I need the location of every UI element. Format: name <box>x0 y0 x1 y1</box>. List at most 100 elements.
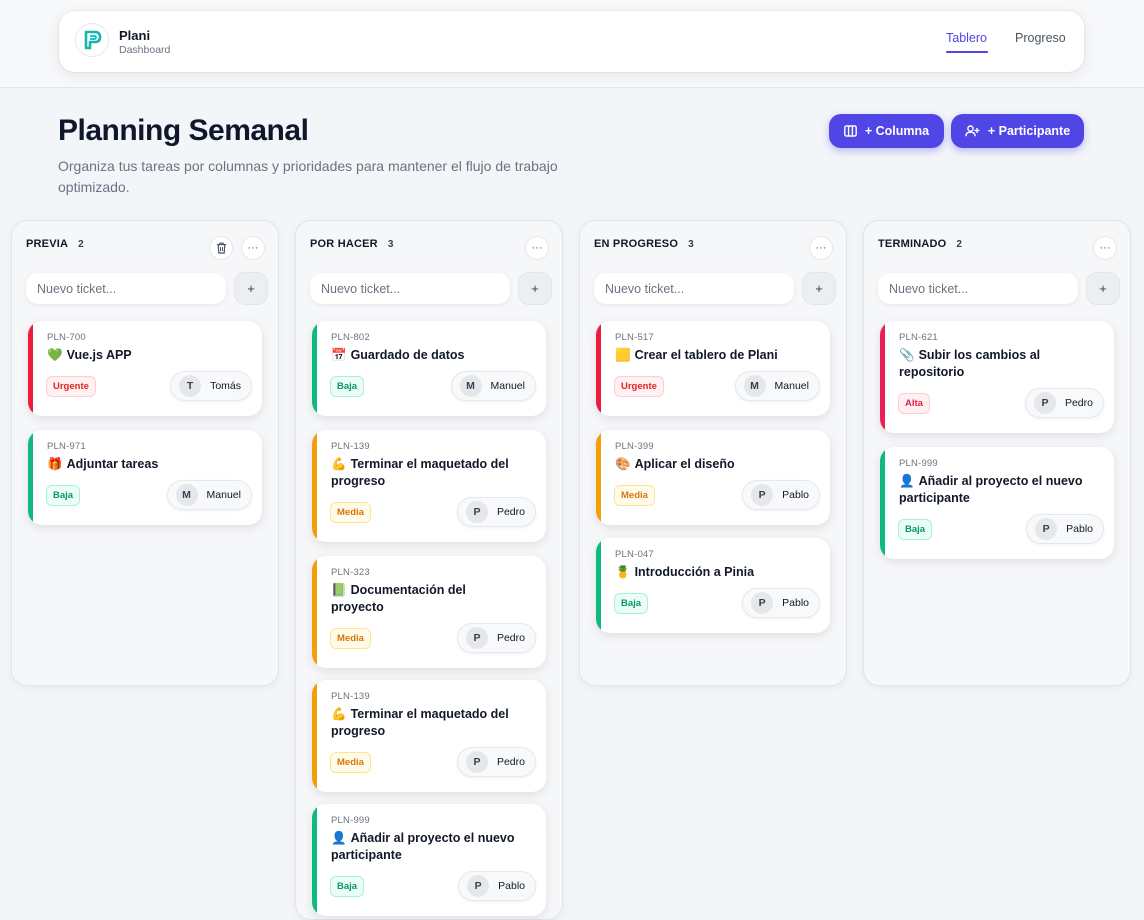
assignee-chip[interactable]: T Tomás <box>170 371 252 401</box>
avatar: P <box>465 751 488 773</box>
priority-badge: Media <box>330 502 371 523</box>
ticket-id: PLN-139 <box>331 691 370 702</box>
ticket-emoji-icon: 🍍 <box>615 565 631 579</box>
ticket-title-text: Terminar el maquetado del progreso <box>331 707 509 738</box>
assignee-name: Pablo <box>782 597 809 609</box>
ticket-card[interactable]: PLN-047 🍍 Introducción a Pinia Baja P Pablo <box>596 538 830 633</box>
ticket-title-text: Crear el tablero de Plani <box>634 348 778 362</box>
priority-stripe <box>28 321 33 416</box>
tab-progreso[interactable]: Progreso <box>1015 31 1066 45</box>
board-column: PREVIA 2 ··· + PLN-700 💚Vue.js APP Urgente T Tom… <box>11 220 279 686</box>
column-count: 3 <box>387 238 394 250</box>
column-more-button[interactable]: ··· <box>241 236 265 260</box>
priority-badge: Baja <box>330 376 365 397</box>
assignee-name: Pablo <box>782 489 809 501</box>
assignee-chip[interactable]: P Pedro <box>456 623 536 653</box>
column-count: 2 <box>956 238 962 250</box>
assignee-chip[interactable]: M Manuel <box>450 371 536 401</box>
add-ticket-button[interactable]: + <box>234 272 268 305</box>
ticket-id: PLN-999 <box>331 815 370 826</box>
priority-badge: Media <box>330 752 371 773</box>
new-ticket-input[interactable] <box>594 273 794 304</box>
ticket-card[interactable]: PLN-999 👤 Añadir al proyecto el nuevo part… <box>880 447 1114 559</box>
ticket-id: PLN-971 <box>47 441 86 452</box>
ticket-card[interactable]: PLN-139 💪 Terminar el maquetado del progre… <box>312 680 546 792</box>
priority-badge: Baja <box>330 876 365 897</box>
new-ticket-input[interactable] <box>26 273 226 304</box>
priority-badge: Alta <box>898 393 930 414</box>
ticket-id: PLN-047 <box>615 549 654 560</box>
add-participant-button[interactable]: + Participante <box>951 114 1084 148</box>
add-participant-label: + Participante <box>987 124 1071 138</box>
ticket-emoji-icon: 📎 <box>899 348 915 362</box>
ticket-card[interactable]: PLN-999 👤 Añadir al proyecto el nuevo part… <box>312 804 546 916</box>
ticket-title: 📗 Documentación del proyecto <box>331 582 521 616</box>
ticket-emoji-icon: 💪 <box>331 707 347 721</box>
column-title: PREVIA <box>26 238 69 250</box>
avatar: T <box>179 375 202 397</box>
ticket-title: 💚 Vue.js APP <box>47 347 237 364</box>
priority-badge: Baja <box>898 519 933 540</box>
avatar: P <box>751 592 774 614</box>
new-ticket-input[interactable] <box>878 273 1078 304</box>
priority-stripe <box>312 556 317 668</box>
assignee-name: Manuel <box>206 489 241 501</box>
assignee-chip[interactable]: P Pablo <box>742 480 820 510</box>
assignee-chip[interactable]: P Pedro <box>456 747 536 777</box>
ticket-id: PLN-802 <box>331 332 370 343</box>
priority-stripe <box>312 680 317 792</box>
brand-subtitle: Dashboard <box>119 44 171 56</box>
ticket-emoji-icon: 🟨 <box>615 348 631 362</box>
priority-stripe <box>312 430 317 542</box>
column-more-button[interactable]: ··· <box>525 236 549 260</box>
ticket-id: PLN-700 <box>47 332 86 343</box>
priority-badge: Media <box>330 628 371 649</box>
new-ticket-input[interactable] <box>310 273 510 304</box>
ticket-card[interactable]: PLN-139 💪 Terminar el maquetado del progre… <box>312 430 546 542</box>
ticket-card[interactable]: PLN-700 💚 Vue.js APP Urgente T Tomás <box>28 321 262 416</box>
assignee-chip[interactable]: P Pablo <box>458 871 536 901</box>
column-header: TERMINADO 2 <box>878 238 962 250</box>
avatar: P <box>465 501 488 523</box>
column-header: PREVIA 2 <box>26 238 84 250</box>
plani-logo-icon[interactable] <box>75 23 109 57</box>
column-more-button[interactable]: ··· <box>1093 236 1117 260</box>
assignee-chip[interactable]: M Manuel <box>166 480 252 510</box>
assignee-chip[interactable]: M Manuel <box>734 371 820 401</box>
ticket-card[interactable]: PLN-621 📎 Subir los cambios al repositorio… <box>880 321 1114 433</box>
assignee-chip[interactable]: P Pablo <box>742 588 820 618</box>
page-subtitle: Organiza tus tareas por columnas y prior… <box>58 158 558 195</box>
ticket-card[interactable]: PLN-802 📅 Guardado de datos Baja M Manuel <box>312 321 546 416</box>
add-column-button[interactable]: + Columna <box>829 114 944 148</box>
ticket-card[interactable]: PLN-399 🎨 Aplicar el diseño Media P Pablo <box>596 430 830 525</box>
ticket-emoji-icon: 💪 <box>331 457 347 471</box>
add-ticket-button[interactable]: + <box>518 272 552 305</box>
priority-stripe <box>880 447 885 559</box>
assignee-chip[interactable]: P Pedro <box>1024 388 1104 418</box>
ticket-title-text: Introducción a Pinia <box>634 565 755 579</box>
ticket-title-text: Subir los cambios al repositorio <box>899 348 1041 379</box>
ticket-title-text: Vue.js APP <box>66 348 132 362</box>
priority-badge: Urgente <box>46 376 96 397</box>
tab-tablero[interactable]: Tablero <box>946 31 987 45</box>
ticket-title: 👤 Añadir al proyecto el nuevo participant… <box>331 830 521 864</box>
ticket-card[interactable]: PLN-517 🟨 Crear el tablero de Plani Urgente… <box>596 321 830 416</box>
add-ticket-button[interactable]: + <box>1086 272 1120 305</box>
assignee-chip[interactable]: P Pablo <box>1026 514 1104 544</box>
trash-icon <box>216 242 226 254</box>
add-column-label: + Columna <box>864 124 930 138</box>
ticket-card[interactable]: PLN-971 🎁 Adjuntar tareas Baja M Manuel <box>28 430 262 525</box>
ticket-card[interactable]: PLN-323 📗 Documentación del proyecto Media P… <box>312 556 546 668</box>
add-ticket-button[interactable]: + <box>802 272 836 305</box>
ticket-title-text: Documentación del proyecto <box>331 583 466 614</box>
ticket-emoji-icon: 👤 <box>331 831 347 845</box>
active-tab-indicator <box>946 51 988 53</box>
ticket-title-text: Aplicar el diseño <box>634 457 735 471</box>
ticket-emoji-icon: 📗 <box>331 583 347 597</box>
column-more-button[interactable]: ··· <box>809 236 833 260</box>
delete-column-button[interactable] <box>209 236 233 260</box>
ticket-id: PLN-999 <box>899 458 938 469</box>
assignee-chip[interactable]: P Pedro <box>456 497 536 527</box>
ticket-emoji-icon: 💚 <box>47 348 63 362</box>
ticket-title: 🟨 Crear el tablero de Plani <box>615 347 805 364</box>
